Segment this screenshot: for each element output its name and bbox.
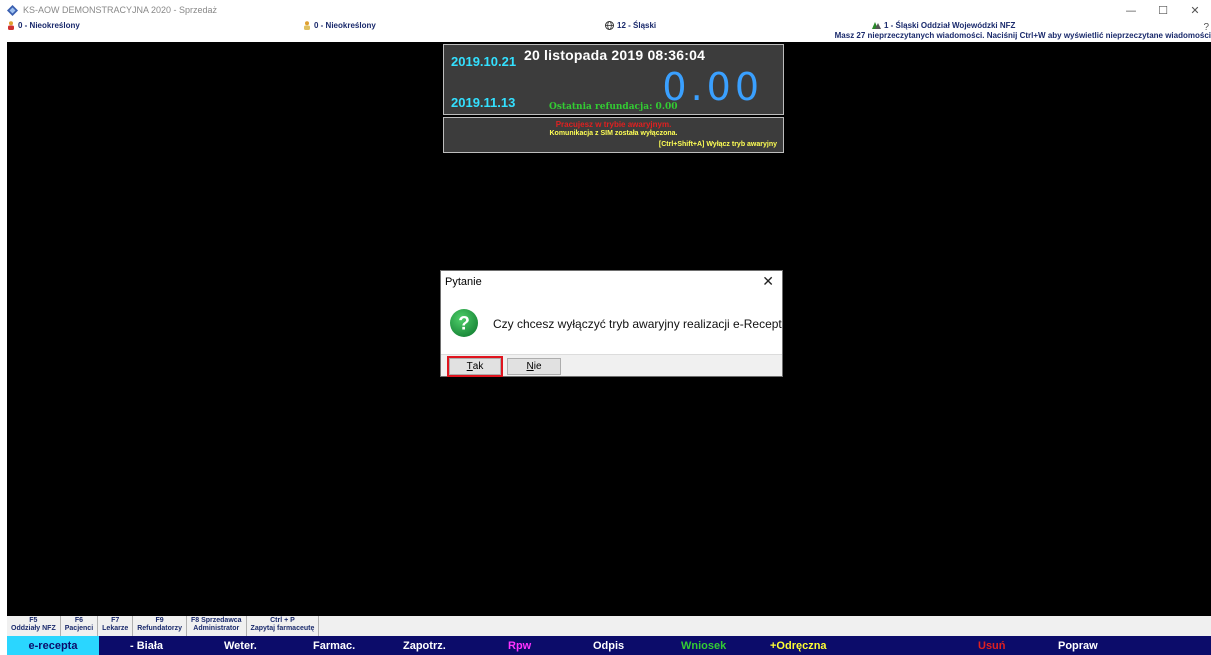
sale-type-popraw-button[interactable]: Popraw (1052, 636, 1098, 655)
no-button[interactable]: Nie (507, 358, 561, 375)
person-icon (304, 21, 310, 30)
nfz-branch-label: 1 - Śląski Oddział Wojewódzki NFZ (884, 21, 1016, 30)
dialog-message: Czy chcesz wyłączyć tryb awaryjny realiz… (493, 317, 782, 331)
close-window-button[interactable]: ✕ (1179, 0, 1211, 20)
globe-icon (605, 21, 614, 30)
question-icon: ? (450, 309, 478, 337)
function-key-shortcut: F8 Sprzedawca (190, 617, 242, 624)
sale-type-weter-button[interactable]: Weter. (218, 636, 257, 655)
function-key-shortcut: F6 (74, 617, 84, 624)
info-bar: 0 - Nieokreślony 0 - Nieokreślony 12 - Ś… (0, 20, 1211, 42)
question-dialog: Pytanie ✕ ? Czy chcesz wyłączyć tryb awa… (440, 270, 783, 377)
function-key-button[interactable]: F8 Sprzedawca Administrator (187, 616, 247, 636)
sale-type-bar: e-recepta - Biała Weter. Farmac. Zapotrz. Rpw… (7, 636, 1211, 655)
sale-type-odpis-button[interactable]: Odpis (587, 636, 624, 655)
function-key-button[interactable]: F6 Pacjenci (61, 616, 99, 636)
region-label: 12 - Śląski (617, 21, 657, 30)
sale-type-rpw-button[interactable]: Rpw (502, 636, 531, 655)
emergency-mode-panel: Pracujesz w trybie awaryjnym. Komunikacj… (443, 117, 784, 153)
function-key-bar: F5 Oddziały NFZ F6 Pacjenci F7 Lekarze F9 Refun… (7, 616, 1211, 636)
person-icon (8, 21, 14, 30)
sale-type-farmac-button[interactable]: Farmac. (307, 636, 355, 655)
function-key-label: Oddziały NFZ (11, 625, 56, 632)
seller-label: 0 - Nieokreślony (314, 21, 376, 30)
dialog-close-button[interactable]: ✕ (762, 273, 774, 290)
function-key-button[interactable]: Ctrl + P Zapytaj farmaceutę (247, 616, 320, 636)
nfz-branch-icon (872, 22, 881, 29)
function-key-button[interactable]: F5 Oddziały NFZ (7, 616, 61, 636)
sale-type-wniosek-button[interactable]: Wniosek (675, 636, 726, 655)
app-logo-icon (7, 4, 18, 16)
nfz-branch-indicator[interactable]: 1 - Śląski Oddział Wojewódzki NFZ (871, 21, 1015, 30)
date-bottom: 2019.11.13 (451, 95, 516, 110)
sim-communication-status: Komunikacja z SIM została wyłączona. (549, 130, 678, 137)
dialog-button-bar: Tak Nie (441, 354, 782, 377)
current-datetime: 20 listopada 2019 08:36:04 (524, 47, 706, 63)
seller-indicator[interactable]: 0 - Nieokreślony (303, 21, 376, 30)
function-key-shortcut: Ctrl + P (270, 617, 295, 624)
emergency-mode-status: Pracujesz w trybie awaryjnym. (555, 120, 672, 129)
region-indicator[interactable]: 12 - Śląski (605, 21, 656, 30)
operator-label: 0 - Nieokreślony (18, 21, 80, 30)
operator-indicator[interactable]: 0 - Nieokreślony (7, 21, 80, 30)
function-key-label: Pacjenci (64, 625, 94, 632)
title-bar: KS-AOW DEMONSTRACYJNA 2020 - Sprzedaż — … (0, 0, 1211, 20)
date-top: 2019.10.21 (451, 54, 517, 69)
unread-messages-notice[interactable]: Masz 27 nieprzeczytanych wiadomości. Nac… (835, 31, 1211, 40)
sale-type-biała-button[interactable]: - Biała (124, 636, 163, 655)
help-icon[interactable]: ? (1203, 22, 1209, 33)
sale-type-usuń-button[interactable]: Usuń (972, 636, 1006, 655)
yes-button[interactable]: Tak (447, 356, 503, 377)
function-key-label: Zapytaj farmaceutę (250, 625, 315, 632)
dialog-title: Pytanie (445, 276, 482, 288)
sale-type-e-recepta-button[interactable]: e-recepta (7, 636, 99, 655)
last-refund: Ostatnia refundacja: 0.00 (549, 102, 678, 112)
svg-text:?: ? (458, 314, 470, 335)
window-title: KS-AOW DEMONSTRACYJNA 2020 - Sprzedaż (23, 5, 218, 15)
function-key-label: Administrator (193, 625, 240, 632)
disable-emergency-shortcut[interactable]: [Ctrl+Shift+A] Wyłącz tryb awaryjny (659, 141, 777, 148)
minimize-button[interactable]: — (1115, 0, 1147, 20)
function-key-label: Lekarze (102, 625, 129, 632)
window-controls: — ☐ ✕ (1115, 0, 1211, 20)
function-key-shortcut: F9 (155, 617, 164, 624)
function-key-button[interactable]: F9 Refundatorzy (133, 616, 187, 636)
function-key-shortcut: F5 (29, 617, 38, 624)
function-key-button[interactable]: F7 Lekarze (98, 616, 134, 636)
function-key-shortcut: F7 (111, 617, 120, 624)
function-key-label: Refundatorzy (137, 625, 182, 632)
app-window: KS-AOW DEMONSTRACYJNA 2020 - Sprzedaż — … (0, 0, 1211, 655)
maximize-button[interactable]: ☐ (1147, 0, 1179, 20)
sale-type-odręczna-button[interactable]: +Odręczna (764, 636, 827, 655)
sale-type-zapotrz-button[interactable]: Zapotrz. (397, 636, 446, 655)
register-display: 2019.10.21 20 listopada 2019 08:36:04 0.… (443, 44, 784, 115)
